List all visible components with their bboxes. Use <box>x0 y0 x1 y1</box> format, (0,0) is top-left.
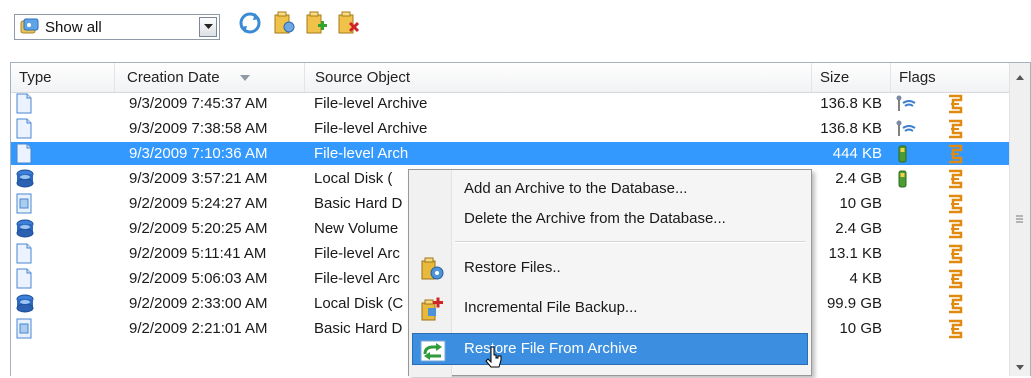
source-object-cell: File-level Arch <box>314 145 409 162</box>
hard-disk-icon <box>15 193 35 214</box>
add-archive-button[interactable] <box>302 10 330 40</box>
sort-descending-icon <box>239 75 250 82</box>
column-header-flags[interactable]: Flags <box>891 63 1011 92</box>
archive-flag-icon <box>947 94 963 114</box>
column-header-label: Source Object <box>315 69 411 86</box>
archive-properties-icon <box>272 10 296 41</box>
delete-archive-button[interactable] <box>334 10 362 40</box>
menu-item-incremental-backup[interactable]: Incremental File Backup... <box>412 292 808 324</box>
disk-icon <box>15 168 35 189</box>
table-row[interactable]: 9/3/2009 7:10:36 AM File-level Arch 444 KB <box>11 142 1011 165</box>
creation-date-cell: 9/3/2009 7:38:58 AM <box>129 120 268 137</box>
creation-date-cell: 9/2/2009 2:21:01 AM <box>129 320 268 337</box>
archive-filter-icon <box>19 18 41 36</box>
archive-flag-icon <box>947 244 963 264</box>
source-object-cell: File-level Archive <box>314 95 428 112</box>
toolbar: Show all <box>0 0 1031 55</box>
hard-disk-icon <box>15 318 35 339</box>
context-menu: Add an Archive to the Database... Delete… <box>408 169 812 377</box>
incremental-backup-icon <box>418 295 446 323</box>
menu-item-label: Delete the Archive from the Database... <box>464 210 726 227</box>
mouse-cursor-icon <box>484 345 504 373</box>
creation-date-cell: 9/2/2009 5:24:27 AM <box>129 195 268 212</box>
size-cell: 13.1 KB <box>828 245 882 262</box>
file-icon <box>15 143 35 164</box>
archive-flag-icon <box>947 194 963 214</box>
menu-item-label: Incremental File Backup... <box>464 299 638 316</box>
chevron-down-icon[interactable] <box>199 17 217 37</box>
usb-icon <box>895 170 917 188</box>
list-header: Type Creation Date Source Object Size Fl… <box>11 63 1011 93</box>
menu-item-label: Add an Archive to the Database... <box>464 180 688 197</box>
column-header-creation-date[interactable]: Creation Date <box>115 63 305 92</box>
archive-flag-icon <box>947 269 963 289</box>
size-cell: 136.8 KB <box>820 95 882 112</box>
filter-selected-value: Show all <box>45 19 102 36</box>
file-icon <box>15 93 35 114</box>
disk-icon <box>15 293 35 314</box>
size-cell: 4 KB <box>849 270 882 287</box>
archive-flag-icon <box>947 169 963 189</box>
creation-date-cell: 9/3/2009 7:10:36 AM <box>129 145 268 162</box>
creation-date-cell: 9/2/2009 5:11:41 AM <box>129 245 267 262</box>
file-icon <box>15 243 35 264</box>
delete-archive-icon <box>336 10 360 41</box>
size-cell: 10 GB <box>839 320 882 337</box>
size-cell: 136.8 KB <box>820 120 882 137</box>
column-header-label: Creation Date <box>127 69 220 86</box>
creation-date-cell: 9/2/2009 5:20:25 AM <box>129 220 268 237</box>
menu-item-add-archive[interactable]: Add an Archive to the Database... <box>412 173 808 205</box>
restore-from-archive-icon <box>419 337 447 365</box>
column-header-label: Size <box>820 69 850 86</box>
archive-flag-icon <box>947 119 963 139</box>
creation-date-cell: 9/3/2009 7:45:37 AM <box>129 95 268 112</box>
column-header-source-object[interactable]: Source Object <box>305 63 812 92</box>
archive-flag-icon <box>947 294 963 314</box>
menu-item-label: Restore Files.. <box>464 259 561 276</box>
size-cell: 99.9 GB <box>826 295 882 312</box>
menu-item-restore-from-archive[interactable]: Restore File From Archive <box>412 333 808 365</box>
size-cell: 2.4 GB <box>835 220 882 237</box>
scroll-down-button[interactable] <box>1010 357 1030 376</box>
menu-separator <box>455 241 805 243</box>
archive-properties-button[interactable] <box>270 10 298 40</box>
creation-date-cell: 9/3/2009 3:57:21 AM <box>129 170 268 187</box>
column-header-label: Type <box>19 69 52 86</box>
column-header-size[interactable]: Size <box>812 63 891 92</box>
scroll-up-button[interactable] <box>1010 63 1030 91</box>
add-archive-icon <box>304 10 328 41</box>
disk-icon <box>15 218 35 239</box>
file-icon <box>15 268 35 289</box>
size-cell: 10 GB <box>839 195 882 212</box>
size-cell: 2.4 GB <box>835 170 882 187</box>
refresh-icon <box>238 11 262 40</box>
source-object-cell: File-level Archive <box>314 120 428 137</box>
network-icon <box>895 120 917 138</box>
creation-date-cell: 9/2/2009 5:06:03 AM <box>129 270 268 287</box>
archive-flag-icon <box>947 144 963 164</box>
vertical-scrollbar[interactable] <box>1009 63 1030 376</box>
scroll-thumb-grip[interactable] <box>1016 211 1023 223</box>
column-header-type[interactable]: Type <box>11 63 115 92</box>
size-cell: 444 KB <box>832 145 882 162</box>
archive-flag-icon <box>947 319 963 339</box>
menu-item-delete-archive[interactable]: Delete the Archive from the Database... <box>412 203 808 235</box>
archive-flag-icon <box>947 219 963 239</box>
file-icon <box>15 118 35 139</box>
table-row[interactable]: 9/3/2009 7:45:37 AM File-level Archive 136… <box>11 92 1011 115</box>
table-row[interactable]: 9/3/2009 7:38:58 AM File-level Archive 136… <box>11 117 1011 140</box>
menu-item-restore-files[interactable]: Restore Files.. <box>412 252 808 284</box>
restore-files-icon <box>418 255 446 283</box>
column-header-label: Flags <box>899 69 936 86</box>
filter-dropdown[interactable]: Show all <box>14 14 220 40</box>
creation-date-cell: 9/2/2009 2:33:00 AM <box>129 295 268 312</box>
network-icon <box>895 95 917 113</box>
refresh-button[interactable] <box>236 10 264 40</box>
usb-icon <box>895 145 917 163</box>
